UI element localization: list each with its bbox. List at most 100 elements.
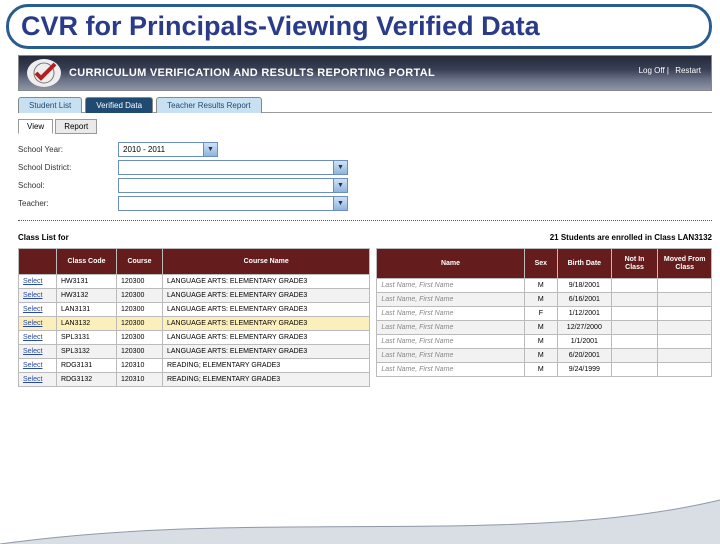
student-name: Last Name, First Name [377, 279, 524, 293]
select-link[interactable]: Select [19, 373, 57, 387]
district-dropdown[interactable]: ▼ [118, 160, 348, 175]
notin-cell[interactable] [611, 363, 658, 377]
table-row: SelectLAN3132120300LANGUAGE ARTS: ELEMEN… [19, 317, 370, 331]
district-label: School District: [18, 163, 118, 172]
school-label: School: [18, 181, 118, 190]
chevron-down-icon: ▼ [333, 197, 347, 210]
table-row: Last Name, First NameF1/12/2001 [377, 307, 712, 321]
select-link[interactable]: Select [19, 289, 57, 303]
class-code: LAN3132 [57, 317, 117, 331]
table-row: Last Name, First NameM12/27/2000 [377, 321, 712, 335]
notin-cell[interactable] [611, 321, 658, 335]
student-sex: F [524, 307, 557, 321]
course-num: 120300 [117, 275, 163, 289]
chevron-down-icon: ▼ [203, 143, 217, 156]
notin-cell[interactable] [611, 349, 658, 363]
class-code: RDG3131 [57, 359, 117, 373]
course-num: 120300 [117, 331, 163, 345]
table-row: SelectHW3131120300LANGUAGE ARTS: ELEMENT… [19, 275, 370, 289]
course-name: LANGUAGE ARTS: ELEMENTARY GRADE3 [163, 345, 370, 359]
chevron-down-icon: ▼ [333, 179, 347, 192]
portal-logo [27, 59, 61, 87]
course-num: 120300 [117, 317, 163, 331]
table-row: SelectRDG3132120310READING; ELEMENTARY G… [19, 373, 370, 387]
table-row: SelectLAN3131120300LANGUAGE ARTS: ELEMEN… [19, 303, 370, 317]
select-link[interactable]: Select [19, 275, 57, 289]
course-name: LANGUAGE ARTS: ELEMENTARY GRADE3 [163, 275, 370, 289]
class-code: SPL3131 [57, 331, 117, 345]
school-dropdown[interactable]: ▼ [118, 178, 348, 193]
student-name: Last Name, First Name [377, 293, 524, 307]
footer-swoosh [0, 496, 720, 544]
student-name: Last Name, First Name [377, 335, 524, 349]
students-header: 21 Students are enrolled in Class LAN313… [376, 233, 712, 242]
table-row: Last Name, First NameM9/24/1999 [377, 363, 712, 377]
class-list-table: Class Code Course Course Name SelectHW31… [18, 248, 370, 387]
moved-cell[interactable] [658, 349, 712, 363]
student-name: Last Name, First Name [377, 321, 524, 335]
class-code: SPL3132 [57, 345, 117, 359]
students-table: Name Sex Birth Date Not In Class Moved F… [376, 248, 712, 377]
school-year-value: 2010 - 2011 [119, 145, 203, 154]
moved-cell[interactable] [658, 293, 712, 307]
table-row: Last Name, First NameM1/1/2001 [377, 335, 712, 349]
select-link[interactable]: Select [19, 331, 57, 345]
moved-cell[interactable] [658, 279, 712, 293]
school-year-label: School Year: [18, 145, 118, 154]
moved-cell[interactable] [658, 321, 712, 335]
student-name: Last Name, First Name [377, 307, 524, 321]
chevron-down-icon: ▼ [333, 161, 347, 174]
select-link[interactable]: Select [19, 303, 57, 317]
table-row: SelectSPL3131120300LANGUAGE ARTS: ELEMEN… [19, 331, 370, 345]
teacher-dropdown[interactable]: ▼ [118, 196, 348, 211]
student-sex: M [524, 279, 557, 293]
course-name: LANGUAGE ARTS: ELEMENTARY GRADE3 [163, 289, 370, 303]
col-notin: Not In Class [611, 249, 658, 279]
moved-cell[interactable] [658, 335, 712, 349]
class-list-pane: Class List for Class Code Course Course … [18, 229, 370, 387]
select-link[interactable]: Select [19, 359, 57, 373]
notin-cell[interactable] [611, 335, 658, 349]
student-dob: 6/20/2001 [558, 349, 612, 363]
notin-cell[interactable] [611, 279, 658, 293]
col-moved: Moved From Class [658, 249, 712, 279]
subtab-row: View Report [18, 119, 712, 134]
tab-student-list[interactable]: Student List [18, 97, 82, 113]
student-name: Last Name, First Name [377, 363, 524, 377]
moved-cell[interactable] [658, 363, 712, 377]
col-course-name: Course Name [163, 249, 370, 275]
student-dob: 6/16/2001 [558, 293, 612, 307]
table-row: SelectSPL3132120300LANGUAGE ARTS: ELEMEN… [19, 345, 370, 359]
tab-verified-data[interactable]: Verified Data [85, 97, 153, 113]
course-name: LANGUAGE ARTS: ELEMENTARY GRADE3 [163, 317, 370, 331]
student-dob: 9/24/1999 [558, 363, 612, 377]
moved-cell[interactable] [658, 307, 712, 321]
content-row: Class List for Class Code Course Course … [18, 229, 712, 387]
student-dob: 12/27/2000 [558, 321, 612, 335]
class-list-header: Class List for [18, 233, 370, 242]
tab-teacher-results[interactable]: Teacher Results Report [156, 97, 262, 113]
col-course: Course [117, 249, 163, 275]
portal-title: CURRICULUM VERIFICATION AND RESULTS REPO… [69, 67, 435, 79]
class-code: HW3132 [57, 289, 117, 303]
banner-links: Log Off | Restart [635, 66, 701, 75]
logoff-link[interactable]: Log Off [639, 66, 665, 75]
teacher-label: Teacher: [18, 199, 118, 208]
col-name: Name [377, 249, 524, 279]
student-name: Last Name, First Name [377, 349, 524, 363]
school-year-dropdown[interactable]: 2010 - 2011 ▼ [118, 142, 218, 157]
course-num: 120310 [117, 359, 163, 373]
notin-cell[interactable] [611, 307, 658, 321]
select-link[interactable]: Select [19, 345, 57, 359]
checkmark-seal-icon [31, 62, 57, 84]
subtab-report[interactable]: Report [55, 119, 97, 134]
course-name: READING; ELEMENTARY GRADE3 [163, 359, 370, 373]
student-dob: 9/18/2001 [558, 279, 612, 293]
restart-link[interactable]: Restart [675, 66, 701, 75]
subtab-view[interactable]: View [18, 119, 53, 134]
notin-cell[interactable] [611, 293, 658, 307]
select-link[interactable]: Select [19, 317, 57, 331]
student-sex: M [524, 321, 557, 335]
table-row: SelectHW3132120300LANGUAGE ARTS: ELEMENT… [19, 289, 370, 303]
class-code: HW3131 [57, 275, 117, 289]
